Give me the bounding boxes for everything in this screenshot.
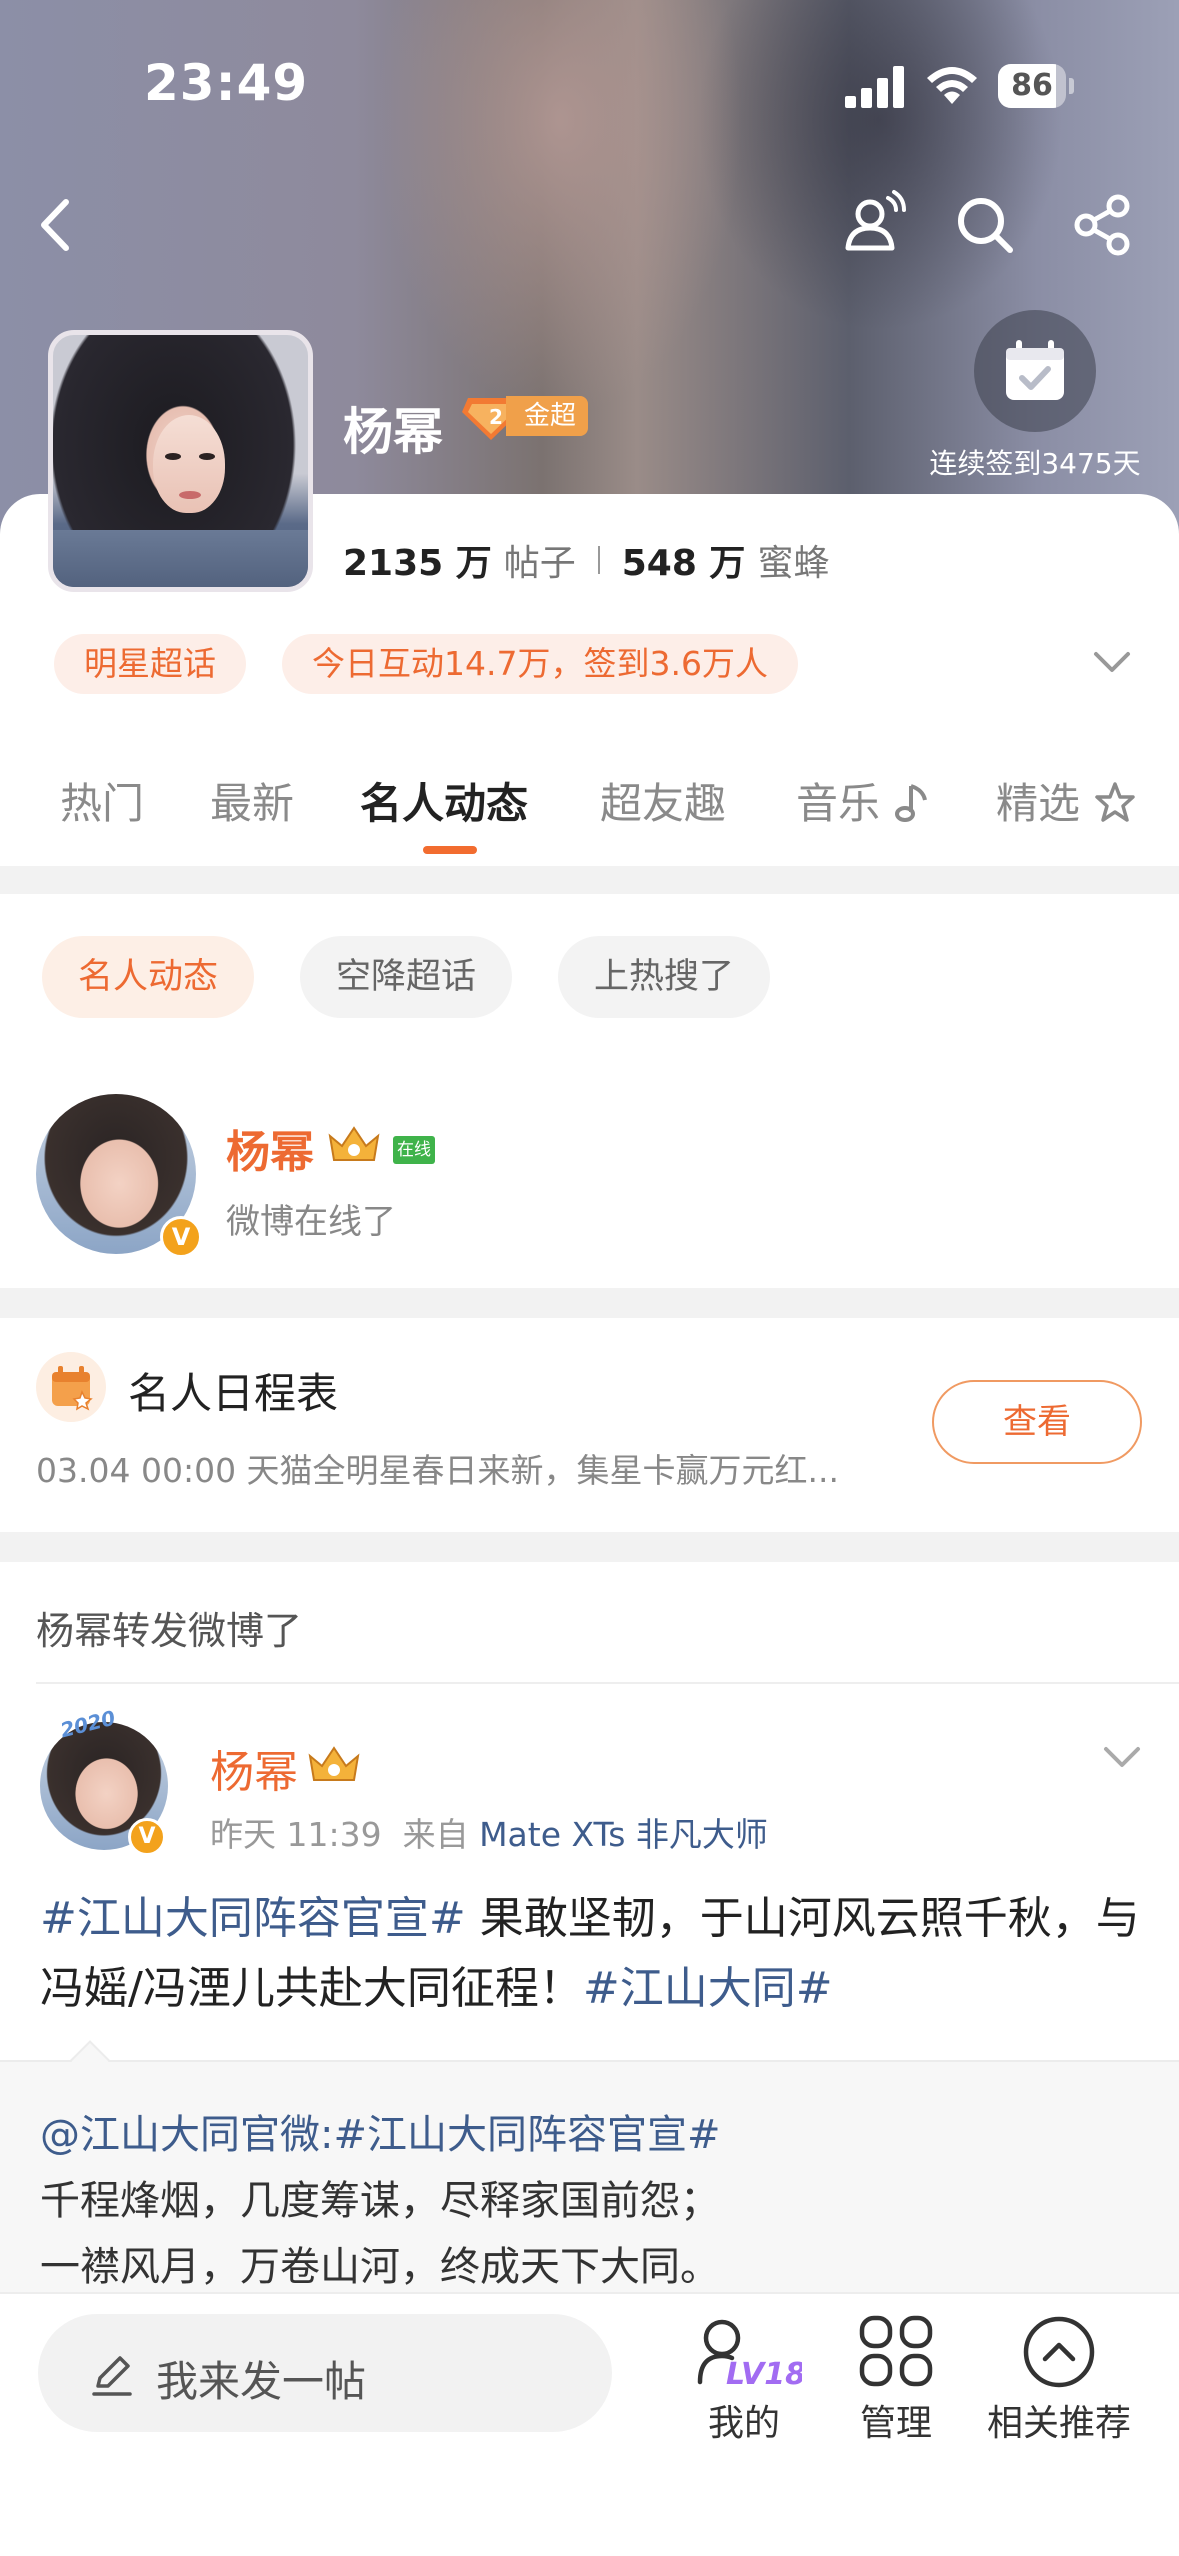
tab-celebrity-updates[interactable]: 名人动态: [360, 770, 528, 831]
mine-label: 我的: [707, 2403, 780, 2444]
post-author-name[interactable]: 杨幂: [210, 1736, 298, 1800]
verified-badge: V: [128, 1818, 166, 1856]
tab-fan-fun[interactable]: 超友趣: [600, 770, 726, 831]
quoted-post-line: 千程烽烟，几度筹谋，尽释家国前怨；: [40, 2178, 720, 2224]
quoted-link-text[interactable]: @江山大同官微:#江山大同阵容官宣#: [40, 2112, 721, 2158]
share-icon[interactable]: [1068, 190, 1138, 260]
view-schedule-button[interactable]: 查看: [932, 1380, 1142, 1464]
music-note-icon: [895, 784, 928, 822]
compose-post-input[interactable]: 我来发一帖: [38, 2314, 612, 2432]
cellular-signal-icon: [845, 66, 909, 108]
supertopic-name: 杨幂: [343, 403, 443, 461]
mine-button[interactable]: LV18 我的: [686, 2312, 806, 2444]
stats-row: 2135 万 帖子 548 万 蜜蜂: [343, 534, 829, 586]
content-tabs: 热门 最新 名人动态 超友趣 音乐 精选: [0, 770, 1179, 860]
fans-label: 蜜蜂: [757, 543, 830, 584]
quoted-post-line: 一襟风月，万卷山河，终成天下大同。: [40, 2244, 720, 2290]
manage-label: 管理: [859, 2403, 932, 2444]
hashtag-link[interactable]: #江山大同#: [583, 1963, 833, 2014]
chip-celebrity-updates[interactable]: 名人动态: [42, 936, 255, 1018]
stats-divider: [597, 546, 600, 574]
section-divider: [0, 1532, 1179, 1562]
hashtag-link[interactable]: #江山大同阵容官宣#: [40, 1893, 466, 1944]
active-tab-indicator: [423, 846, 477, 854]
search-icon[interactable]: [950, 190, 1020, 260]
online-status-text: 微博在线了: [226, 1202, 396, 1242]
section-divider: [0, 866, 1179, 894]
chip-airdrop[interactable]: 空降超话: [300, 936, 513, 1018]
schedule-item[interactable]: 03.04 00:00 天猫全明星春日来新，集星卡赢万元红...: [36, 1444, 839, 1492]
crown-badge-icon: [326, 1120, 382, 1168]
calendar-check-icon: [1006, 340, 1064, 400]
schedule-title: 名人日程表: [128, 1369, 339, 1418]
tab-latest[interactable]: 最新: [210, 770, 294, 831]
post-source[interactable]: Mate XTs 非凡大师: [479, 1815, 768, 1854]
tab-music[interactable]: 音乐: [796, 770, 933, 831]
status-time: 23:49: [144, 54, 309, 112]
battery-icon: 86: [998, 64, 1074, 108]
tab-hot[interactable]: 热门: [60, 770, 144, 831]
quoted-post-author-link[interactable]: @江山大同官微:#江山大同阵容官宣#: [40, 2102, 721, 2160]
verified-badge: V: [160, 1216, 202, 1258]
repost-header: 杨幂转发微博了: [36, 1609, 303, 1653]
posts-count: 2135 万: [343, 543, 492, 584]
follow-user-icon[interactable]: [838, 188, 908, 258]
tab-featured[interactable]: 精选: [996, 770, 1137, 831]
checkin-streak-text: 连续签到3475天: [929, 447, 1141, 480]
pencil-icon: [92, 2356, 132, 2396]
star-icon: [1095, 782, 1136, 822]
today-activity-tag[interactable]: 今日互动14.7万，签到3.6万人: [282, 634, 798, 694]
supertopic-avatar[interactable]: [48, 330, 313, 592]
divider: [36, 1682, 1179, 1684]
back-icon[interactable]: [22, 190, 92, 260]
section-divider: [0, 1288, 1179, 1318]
post-source-prefix: 来自: [402, 1815, 469, 1854]
compose-placeholder: 我来发一帖: [156, 2357, 367, 2406]
tab-featured-label: 精选: [996, 779, 1081, 828]
posts-label: 帖子: [503, 543, 576, 584]
fans-count: 548 万: [621, 543, 746, 584]
svg-text:LV18: LV18: [726, 2357, 802, 2392]
user-name[interactable]: 杨幂: [226, 1116, 314, 1180]
star-supertopic-tag[interactable]: 明星超话: [54, 634, 246, 694]
post-time: 昨天 11:39: [210, 1815, 382, 1854]
battery-level: 86: [1011, 68, 1053, 103]
super-level-label: 金超: [506, 396, 589, 436]
post-more-chevron-icon[interactable]: [1102, 1744, 1142, 1770]
chevron-down-icon[interactable]: [1092, 648, 1132, 676]
manage-button[interactable]: 管理: [846, 2312, 946, 2444]
super-level-badge[interactable]: 2 金超: [462, 392, 589, 440]
chip-trending[interactable]: 上热搜了: [558, 936, 771, 1018]
svg-text:2: 2: [489, 405, 503, 429]
post-meta: 昨天 11:39 来自 Mate XTs 非凡大师: [210, 1808, 768, 1856]
checkin-button[interactable]: [974, 310, 1096, 432]
calendar-icon: [36, 1352, 106, 1422]
tab-music-label: 音乐: [796, 779, 881, 828]
chevron-up-circle-icon: [1023, 2316, 1095, 2388]
post-text: #江山大同阵容官宣# 果敢坚韧，于山河风云照千秋，与冯媱/冯湮儿共赴大同征程！#…: [40, 1884, 1150, 2024]
wifi-icon: [922, 64, 982, 108]
crown-badge-icon: [306, 1740, 362, 1788]
online-status-badge: 在线: [393, 1136, 435, 1164]
grid-icon: [859, 2315, 933, 2387]
user-level-icon: LV18: [697, 2319, 806, 2392]
related-recommend-button[interactable]: 相关推荐: [976, 2312, 1142, 2444]
related-recommend-label: 相关推荐: [986, 2403, 1131, 2444]
